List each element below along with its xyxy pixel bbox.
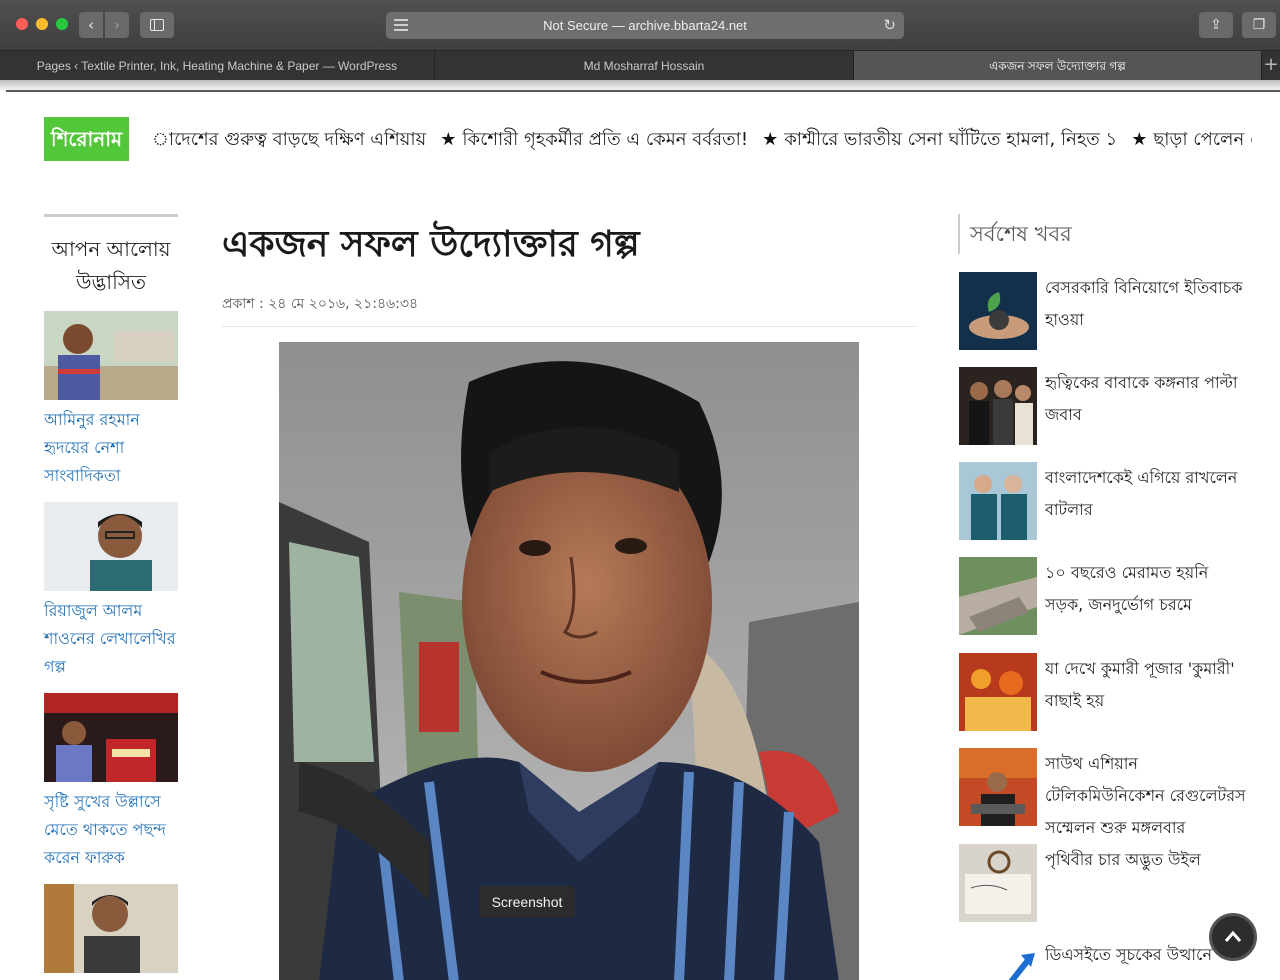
- minimize-window-button[interactable]: [36, 18, 48, 30]
- article-photo: [279, 342, 859, 980]
- address-text: Not Secure — archive.bbarta24.net: [543, 18, 747, 33]
- tab-label: একজন সফল উদ্যোক্তার গল্প: [989, 59, 1126, 73]
- news-thumbnail[interactable]: [959, 462, 1037, 540]
- news-item[interactable]: বাংলাদেশকেই এগিয়ে রাখলেন বাটলার: [958, 462, 1258, 540]
- star-icon: ★: [440, 129, 457, 150]
- profile-thumbnail[interactable]: [44, 502, 178, 591]
- new-tab-button[interactable]: +: [1262, 51, 1280, 81]
- close-window-button[interactable]: [16, 18, 28, 30]
- news-item[interactable]: যা দেখে কুমারী পূজার 'কুমারী' বাছাই হয়: [958, 653, 1258, 731]
- news-item[interactable]: হৃত্বিকের বাবাকে কঙ্গনার পাল্টা জবাব: [958, 367, 1258, 445]
- scroll-to-top-button[interactable]: [1209, 913, 1257, 961]
- reader-icon[interactable]: [394, 19, 408, 31]
- zoom-window-button[interactable]: [56, 18, 68, 30]
- profile-title[interactable]: সৃষ্টি সুখের উল্লাসে মেতে থাকতে পছন্দ কর…: [44, 788, 178, 872]
- reload-icon[interactable]: ↻: [883, 12, 896, 39]
- profile-thumbnail[interactable]: [44, 311, 178, 400]
- forward-button[interactable]: ›: [105, 12, 129, 38]
- profile-title[interactable]: রিয়াজুল আলম শাওনের লেখালেখির গল্প: [44, 597, 178, 681]
- news-title[interactable]: যা দেখে কুমারী পূজার 'কুমারী' বাছাই হয়: [1045, 653, 1250, 717]
- news-item[interactable]: পৃথিবীর চার অদ্ভুত উইল: [958, 844, 1258, 922]
- share-button[interactable]: ⇪: [1199, 12, 1233, 38]
- browser-toolbar: ‹ › Not Secure — archive.bbarta24.net ↻ …: [0, 0, 1280, 50]
- news-item[interactable]: সাউথ এশিয়ান টেলিকমিউনিকেশন রেগুলেটরস সম…: [958, 748, 1258, 837]
- tab-label: Pages ‹ Textile Printer, Ink, Heating Ma…: [36, 59, 398, 73]
- right-sidebar: সর্বশেষ খবর বেসরকারি বিনিয়োগে ইতিবাচক হ…: [958, 214, 1258, 980]
- share-icon: ⇪: [1210, 17, 1222, 33]
- profile-thumbnail[interactable]: [44, 693, 178, 782]
- ticker-label: শিরোনাম: [44, 117, 129, 161]
- news-thumbnail[interactable]: [959, 272, 1037, 350]
- chevron-right-icon: ›: [114, 16, 120, 34]
- tab-article[interactable]: একজন সফল উদ্যোক্তার গল্প: [854, 51, 1262, 81]
- profile-item[interactable]: আমিনুর রহমান হৃদয়ের নেশা সাংবাদিকতা: [44, 311, 178, 490]
- headline-ticker: াদেশের গুরুত্ব বাড়ছে দক্ষিণ এশিয়ায় ★ কি…: [152, 124, 1252, 156]
- chevron-left-icon: ‹: [88, 16, 94, 34]
- news-thumbnail[interactable]: [959, 653, 1037, 731]
- profile-item[interactable]: সৃষ্টি সুখের উল্লাসে মেতে থাকতে পছন্দ কর…: [44, 693, 178, 872]
- profile-item[interactable]: [44, 884, 178, 973]
- news-title[interactable]: বাংলাদেশকেই এগিয়ে রাখলেন বাটলার: [1045, 462, 1250, 526]
- tab-wordpress[interactable]: Pages ‹ Textile Printer, Ink, Heating Ma…: [0, 51, 435, 81]
- section-divider: [44, 214, 178, 217]
- ticker-item[interactable]: াদেশের গুরুত্ব বাড়ছে দক্ষিণ এশিয়ায়: [152, 129, 426, 150]
- news-title[interactable]: হৃত্বিকের বাবাকে কঙ্গনার পাল্টা জবাব: [1045, 367, 1250, 431]
- sidebar-toggle-button[interactable]: [140, 12, 174, 38]
- ticker-item[interactable]: কিশোরী গৃহকর্মীর প্রতি এ কেমন বর্বরতা!: [462, 129, 748, 150]
- news-title[interactable]: বেসরকারি বিনিয়োগে ইতিবাচক হাওয়া: [1045, 272, 1250, 336]
- back-button[interactable]: ‹: [79, 12, 103, 38]
- news-thumbnail[interactable]: [959, 557, 1037, 635]
- left-sidebar: আপন আলোয় উদ্ভাসিত আমিনুর রহমান হৃদয়ের …: [44, 214, 178, 979]
- news-thumbnail[interactable]: [959, 748, 1037, 826]
- news-thumbnail[interactable]: [959, 844, 1037, 922]
- ticker-item[interactable]: ছাড়া পেলেন সেই মাশরাফি ভক্ত: [1153, 129, 1252, 150]
- latest-news-heading: সর্বশেষ খবর: [958, 214, 1258, 254]
- tab-label: Md Mosharraf Hossain: [583, 59, 705, 73]
- tab-overview-button[interactable]: ❐: [1242, 12, 1276, 38]
- sidebar-icon: [150, 19, 164, 31]
- article-title: একজন সফল উদ্যোক্তার গল্প: [222, 224, 640, 265]
- ticker-item[interactable]: কাশ্মীরে ভারতীয় সেনা ঘাঁটিতে হামলা, নিহ…: [784, 129, 1117, 150]
- news-item[interactable]: বেসরকারি বিনিয়োগে ইতিবাচক হাওয়া: [958, 272, 1258, 350]
- left-section-heading: আপন আলোয় উদ্ভাসিত: [51, 237, 171, 294]
- publish-date: প্রকাশ : ২৪ মে ২০১৬, ২১:৪৬:৩৪: [222, 296, 419, 312]
- star-icon: ★: [1131, 129, 1148, 150]
- news-thumbnail[interactable]: [959, 939, 1037, 980]
- chrome-divider: [6, 90, 1280, 92]
- chevron-up-icon: [1224, 930, 1242, 942]
- star-icon: ★: [762, 129, 779, 150]
- profile-item[interactable]: রিয়াজুল আলম শাওনের লেখালেখির গল্প: [44, 502, 178, 681]
- news-title[interactable]: সাউথ এশিয়ান টেলিকমিউনিকেশন রেগুলেটরস সম…: [1045, 748, 1250, 844]
- screenshot-tooltip: Screenshot: [479, 886, 575, 918]
- news-title[interactable]: ১০ বছরেও মেরামত হয়নি সড়ক, জনদুর্ভোগ চর…: [1045, 557, 1250, 621]
- tab-profile[interactable]: Md Mosharraf Hossain: [435, 51, 854, 81]
- news-title[interactable]: পৃথিবীর চার অদ্ভুত উইল: [1045, 844, 1250, 876]
- news-item[interactable]: ১০ বছরেও মেরামত হয়নি সড়ক, জনদুর্ভোগ চর…: [958, 557, 1258, 635]
- tab-bar: Pages ‹ Textile Printer, Ink, Heating Ma…: [0, 50, 1280, 81]
- meta-divider: [222, 326, 916, 327]
- address-bar[interactable]: Not Secure — archive.bbarta24.net ↻: [386, 12, 904, 39]
- news-thumbnail[interactable]: [959, 367, 1037, 445]
- tabs-icon: ❐: [1252, 17, 1266, 33]
- profile-title[interactable]: আমিনুর রহমান হৃদয়ের নেশা সাংবাদিকতা: [44, 406, 178, 490]
- profile-thumbnail[interactable]: [44, 884, 178, 973]
